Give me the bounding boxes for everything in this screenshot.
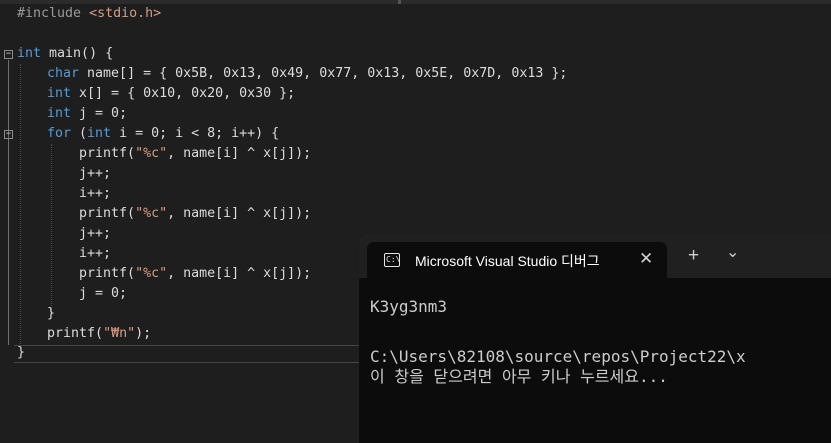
terminal-window[interactable]: C:\ Microsoft Visual Studio 디버그 ✕ + ⌄ K3…	[359, 234, 831, 443]
printf-args: , name[i] ^ x[j]);	[167, 206, 312, 221]
code-line-12[interactable]: j++;	[79, 224, 111, 244]
j-decl: j = 0;	[71, 106, 128, 121]
indent-guide-main	[20, 64, 21, 344]
code-line-14[interactable]: printf("%c", name[i] ^ x[j]);	[79, 264, 311, 284]
code-line-6[interactable]: int j = 0;	[47, 104, 127, 124]
terminal-tab-title: Microsoft Visual Studio 디버그	[415, 253, 600, 269]
format-string: "%c"	[135, 146, 168, 161]
code-line-4[interactable]: char name[] = { 0x5B, 0x13, 0x49, 0x77, …	[47, 64, 567, 84]
exit-path-line: C:\Users\82108\source\repos\Project22\x	[370, 347, 746, 366]
new-tab-button[interactable]: +	[688, 246, 699, 266]
code-line-17[interactable]: printf("₩n");	[47, 324, 151, 344]
statement: i++;	[79, 186, 112, 201]
program-output: K3yg3nm3	[370, 297, 448, 316]
keyword-int: int	[17, 46, 42, 61]
code-line-13[interactable]: i++;	[79, 244, 111, 264]
keyword-int: int	[47, 106, 72, 121]
code-line-10[interactable]: i++;	[79, 184, 111, 204]
paren: (	[127, 146, 136, 161]
printf-args: , name[i] ^ x[j]);	[167, 266, 312, 281]
console-icon: C:\	[384, 253, 400, 267]
printf-args: );	[135, 326, 152, 341]
fold-line-main	[8, 60, 9, 345]
terminal-tab-bar: C:\ Microsoft Visual Studio 디버그 ✕ + ⌄	[359, 234, 831, 278]
paren: (	[71, 126, 88, 141]
code-line-9[interactable]: j++;	[79, 164, 111, 184]
printf-call: printf	[47, 326, 96, 341]
closing-brace: }	[17, 345, 26, 360]
code-line-1[interactable]: #include <stdio.h>	[17, 4, 161, 24]
code-line-18[interactable]: }	[17, 343, 25, 363]
code-line-8[interactable]: printf("%c", name[i] ^ x[j]);	[79, 144, 311, 164]
code-line-16[interactable]: }	[47, 304, 55, 324]
statement: j++;	[79, 226, 112, 241]
closing-brace: }	[47, 306, 56, 321]
code-line-15[interactable]: j = 0;	[79, 284, 127, 304]
terminal-tab[interactable]: C:\ Microsoft Visual Studio 디버그 ✕	[367, 242, 667, 278]
paren: (	[127, 206, 136, 221]
press-any-key-prompt: 이 창을 닫으려면 아무 키나 누르세요...	[370, 367, 668, 386]
paren: (	[95, 326, 104, 341]
code-line-3[interactable]: int main() {	[17, 44, 113, 64]
fold-toggle-for[interactable]: −	[4, 130, 13, 139]
close-icon[interactable]: ✕	[639, 249, 653, 269]
statement: i++;	[79, 246, 112, 261]
code-line-11[interactable]: printf("%c", name[i] ^ x[j]);	[79, 204, 311, 224]
keyword-int: int	[47, 86, 72, 101]
statement: j++;	[79, 166, 112, 181]
format-string: "%c"	[135, 266, 168, 281]
printf-call: printf	[79, 146, 128, 161]
preprocessor-directive: #include	[17, 6, 82, 21]
chevron-down-icon[interactable]: ⌄	[726, 243, 739, 263]
keyword-int: int	[87, 126, 112, 141]
paren: (	[127, 266, 136, 281]
format-string: "₩n"	[103, 326, 136, 341]
keyword-for: for	[47, 126, 72, 141]
indent-guide-for	[51, 144, 52, 314]
statement: j = 0;	[79, 286, 128, 301]
printf-call: printf	[79, 266, 128, 281]
for-header: i = 0; i < 8; i++) {	[111, 126, 280, 141]
code-line-7[interactable]: for (int i = 0; i < 8; i++) {	[47, 124, 279, 144]
code-line-5[interactable]: int x[] = { 0x10, 0x20, 0x30 };	[47, 84, 295, 104]
main-signature: main() {	[41, 46, 114, 61]
keyword-char: char	[47, 66, 80, 81]
format-string: "%c"	[135, 206, 168, 221]
printf-call: printf	[79, 206, 128, 221]
printf-args: , name[i] ^ x[j]);	[167, 146, 312, 161]
include-header: <stdio.h>	[89, 6, 162, 21]
fold-toggle-main[interactable]: −	[4, 50, 13, 59]
name-array-decl: name[] = { 0x5B, 0x13, 0x49, 0x77, 0x13,…	[79, 66, 568, 81]
x-array-decl: x[] = { 0x10, 0x20, 0x30 };	[71, 86, 296, 101]
